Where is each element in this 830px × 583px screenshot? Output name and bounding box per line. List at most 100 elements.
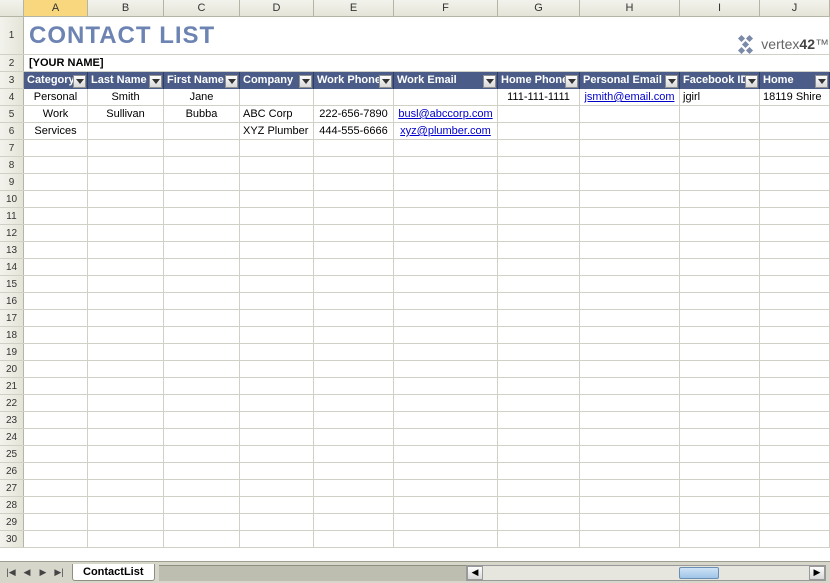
cell[interactable] xyxy=(314,225,394,242)
cell[interactable] xyxy=(760,378,830,395)
cell[interactable] xyxy=(580,242,680,259)
cell[interactable] xyxy=(88,259,164,276)
cell[interactable] xyxy=(760,429,830,446)
cell[interactable] xyxy=(88,242,164,259)
cell[interactable] xyxy=(164,157,240,174)
cell[interactable] xyxy=(580,378,680,395)
cell[interactable] xyxy=(394,208,498,225)
row-header-28[interactable]: 28 xyxy=(0,497,24,513)
cell[interactable] xyxy=(394,140,498,157)
row-header-7[interactable]: 7 xyxy=(0,140,24,156)
cell[interactable] xyxy=(680,395,760,412)
cell[interactable] xyxy=(314,446,394,463)
header-work-email[interactable]: Work Email xyxy=(394,72,498,89)
cell[interactable] xyxy=(498,123,580,140)
cell[interactable] xyxy=(24,259,88,276)
column-header-B[interactable]: B xyxy=(88,0,164,16)
cell[interactable] xyxy=(680,123,760,140)
cell[interactable] xyxy=(680,140,760,157)
cell[interactable] xyxy=(164,123,240,140)
row-header-25[interactable]: 25 xyxy=(0,446,24,462)
cell[interactable] xyxy=(88,378,164,395)
scroll-thumb[interactable] xyxy=(679,567,719,579)
cell[interactable] xyxy=(394,463,498,480)
filter-button[interactable] xyxy=(815,75,828,88)
scroll-left-button[interactable]: ◀ xyxy=(467,566,483,580)
row-header-23[interactable]: 23 xyxy=(0,412,24,428)
filter-button[interactable] xyxy=(565,75,578,88)
cell[interactable] xyxy=(164,497,240,514)
cell[interactable] xyxy=(314,480,394,497)
cell[interactable] xyxy=(498,361,580,378)
cell[interactable] xyxy=(498,174,580,191)
cell[interactable] xyxy=(314,412,394,429)
cell[interactable] xyxy=(314,327,394,344)
cell[interactable] xyxy=(240,225,314,242)
filter-button[interactable] xyxy=(665,75,678,88)
cell[interactable] xyxy=(680,412,760,429)
cell[interactable] xyxy=(24,174,88,191)
filter-button[interactable] xyxy=(483,75,496,88)
cell[interactable] xyxy=(240,378,314,395)
filter-button[interactable] xyxy=(299,75,312,88)
cell[interactable] xyxy=(88,157,164,174)
cell[interactable] xyxy=(88,497,164,514)
cell[interactable] xyxy=(88,412,164,429)
email-link[interactable]: busl@abccorp.com xyxy=(398,108,492,120)
cell[interactable] xyxy=(164,174,240,191)
cell[interactable] xyxy=(240,497,314,514)
row-header-4[interactable]: 4 xyxy=(0,89,24,105)
cell[interactable] xyxy=(394,446,498,463)
cell[interactable] xyxy=(394,242,498,259)
cell[interactable] xyxy=(314,497,394,514)
cell[interactable] xyxy=(24,327,88,344)
filter-button[interactable] xyxy=(379,75,392,88)
cell[interactable] xyxy=(240,310,314,327)
horizontal-scrollbar[interactable]: ◀ ▶ xyxy=(466,565,826,581)
cell[interactable] xyxy=(240,242,314,259)
cell[interactable] xyxy=(680,106,760,123)
cell[interactable] xyxy=(394,174,498,191)
cell[interactable] xyxy=(394,531,498,548)
tab-nav-prev[interactable]: ◀ xyxy=(19,565,35,581)
cell[interactable] xyxy=(24,191,88,208)
cell[interactable] xyxy=(498,412,580,429)
cell[interactable] xyxy=(680,531,760,548)
cell[interactable] xyxy=(240,531,314,548)
cell[interactable] xyxy=(498,242,580,259)
cell[interactable]: 444-555-6666 xyxy=(314,123,394,140)
cell[interactable] xyxy=(88,174,164,191)
row-header-27[interactable]: 27 xyxy=(0,480,24,496)
cell[interactable] xyxy=(314,531,394,548)
cell[interactable] xyxy=(88,344,164,361)
cell[interactable] xyxy=(580,208,680,225)
row-header-24[interactable]: 24 xyxy=(0,429,24,445)
cell[interactable] xyxy=(760,531,830,548)
cell[interactable] xyxy=(164,344,240,361)
cell[interactable] xyxy=(394,361,498,378)
header-personal-email[interactable]: Personal Email xyxy=(580,72,680,89)
cell[interactable]: Work xyxy=(24,106,88,123)
cell[interactable]: 18119 Shire xyxy=(760,89,830,106)
cell[interactable] xyxy=(164,242,240,259)
cell[interactable] xyxy=(760,208,830,225)
cell[interactable] xyxy=(24,378,88,395)
cell[interactable] xyxy=(580,412,680,429)
cell[interactable] xyxy=(498,395,580,412)
cell[interactable]: 222-656-7890 xyxy=(314,106,394,123)
tab-nav-next[interactable]: ▶ xyxy=(35,565,51,581)
cell[interactable] xyxy=(164,225,240,242)
cell[interactable] xyxy=(88,225,164,242)
cell[interactable]: jgirl xyxy=(680,89,760,106)
cell[interactable] xyxy=(760,412,830,429)
cell[interactable] xyxy=(580,140,680,157)
cell[interactable] xyxy=(314,514,394,531)
cell[interactable] xyxy=(240,463,314,480)
cell[interactable] xyxy=(580,123,680,140)
subtitle-cell[interactable]: [YOUR NAME] xyxy=(24,55,830,72)
cell[interactable] xyxy=(498,157,580,174)
cell[interactable] xyxy=(88,276,164,293)
filter-button[interactable] xyxy=(73,75,86,88)
row-header-14[interactable]: 14 xyxy=(0,259,24,275)
cell[interactable] xyxy=(164,446,240,463)
